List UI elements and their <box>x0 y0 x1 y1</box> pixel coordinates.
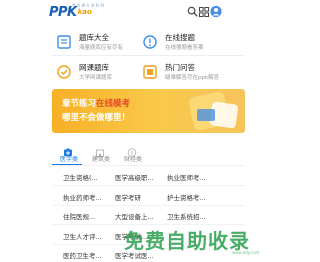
feature-desc: 海量题库应有尽有 <box>79 45 124 51</box>
feature-desc: 大学网课题库 <box>79 75 113 81</box>
library-icon <box>57 34 71 49</box>
exam-link[interactable]: 医学高级职... <box>115 172 167 182</box>
active-tab-underline <box>52 164 82 165</box>
banner-line1-highlight: 在线模考 <box>96 99 131 109</box>
tab-finance[interactable]: ¥ 财经类 <box>113 141 153 165</box>
feature-online-search[interactable]: 在线搜题 在线搜题看答案 <box>143 31 263 55</box>
logo-subtitle: 学 历 提 升 资 料 网 <box>72 3 105 8</box>
building-icon <box>95 142 105 157</box>
course-icon <box>57 64 71 79</box>
search-question-icon <box>143 34 157 49</box>
finance-icon: ¥ <box>127 142 137 157</box>
exam-link[interactable]: 大型设备上... <box>115 211 167 221</box>
tabs-border <box>52 165 245 166</box>
exam-link[interactable]: 住院医规... <box>63 211 115 221</box>
exam-link[interactable]: 执业医师考... <box>167 172 219 182</box>
exam-link[interactable]: 医学考研 <box>115 192 167 202</box>
feature-title: 在线搜题 <box>165 33 195 42</box>
qa-icon <box>143 64 157 79</box>
banner-headline: 章节练习在线模考 <box>62 97 130 109</box>
feature-desc: 在线搜题看答案 <box>165 45 204 51</box>
exam-link[interactable]: 执业药师考... <box>63 192 115 202</box>
feature-title: 题库大全 <box>79 33 109 42</box>
exam-link[interactable]: 卫生系统招... <box>167 211 219 221</box>
top-header: PPK kao 学 历 提 升 资 料 网 <box>0 0 270 24</box>
row-divider <box>52 205 245 206</box>
exam-link[interactable]: 卫生人才评... <box>63 231 115 241</box>
exam-link[interactable]: 护士资格考... <box>167 192 219 202</box>
feature-desc: 疑难解答尽在ppk解答 <box>165 75 220 81</box>
feature-hot-qa[interactable]: 热门问答 疑难解答尽在ppk解答 <box>143 61 263 85</box>
banner-subline: 哪里不会做哪里！ <box>62 113 131 123</box>
feature-title: 热门问答 <box>165 63 195 72</box>
row-divider <box>52 185 245 186</box>
exam-link[interactable]: 卫生资格(... <box>63 172 115 182</box>
medical-icon <box>63 142 73 156</box>
feature-divider <box>52 55 245 56</box>
user-icon[interactable] <box>209 5 222 18</box>
logo-badge: kao <box>77 8 92 16</box>
watermark-url: www.ddy.com <box>232 250 260 255</box>
banner-decoration <box>197 109 215 121</box>
promo-banner[interactable]: 章节练习在线模考 哪里不会做哪里！ <box>52 89 245 133</box>
tab-label: 财经类 <box>123 156 142 163</box>
feature-title: 网课题库 <box>79 63 109 72</box>
banner-line1-prefix: 章节练习 <box>62 99 97 109</box>
exam-link[interactable]: 医药卫生考... <box>63 250 115 260</box>
